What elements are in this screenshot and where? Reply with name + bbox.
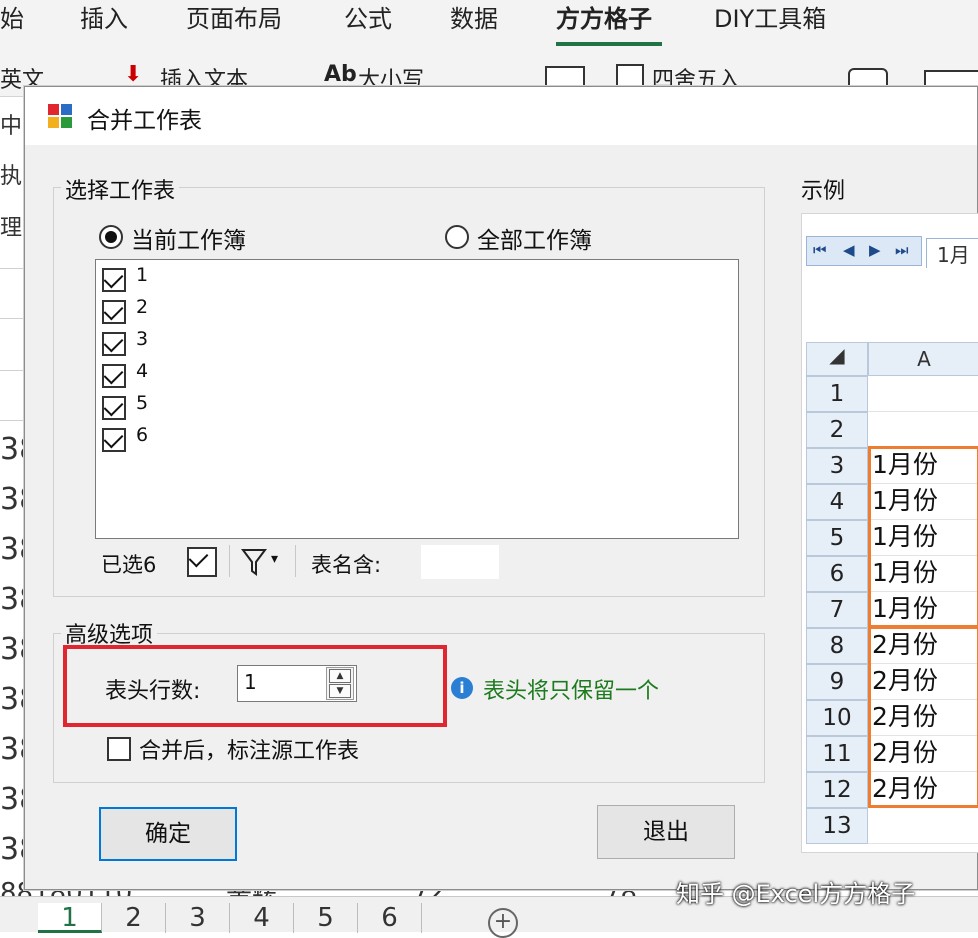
watermark: 知乎 @Excel方方格子 xyxy=(676,880,916,908)
tab-data[interactable]: 数据 xyxy=(450,4,498,40)
sheet-list[interactable]: 1 2 3 4 5 6 xyxy=(95,259,739,539)
row-number: 1 xyxy=(806,376,868,412)
info-text: 表头将只保留一个 xyxy=(483,679,660,704)
row-number: 3 xyxy=(806,448,868,484)
sheet-tab-2[interactable]: 2 xyxy=(102,903,166,933)
ribbon-tab-bar: 始 插入 页面布局 公式 数据 方方格子 DIY工具箱 xyxy=(0,0,978,52)
radio-current-workbook[interactable] xyxy=(99,225,123,249)
grid-cell xyxy=(868,808,978,844)
select-all-corner: ◢ xyxy=(806,342,868,376)
sheet-tab-3[interactable]: 3 xyxy=(166,903,230,933)
radio-all-workbooks-label[interactable]: 全部工作簿 xyxy=(477,221,592,255)
first-sheet-icon[interactable]: ⏮ xyxy=(813,241,827,259)
orange-group-box-jan xyxy=(868,446,978,628)
row-number: 10 xyxy=(806,700,868,736)
selected-count: 已选6 xyxy=(101,553,157,577)
insert-text-icon: ⬇ xyxy=(124,62,143,87)
example-preview: ⏮ ◀ ▶ ⏭ 1月 ◢ A 1 2 3 1月份 4 1月份 5 1月份 6 1… xyxy=(801,213,978,853)
row-number: 9 xyxy=(806,664,868,700)
row-number: 2 xyxy=(806,412,868,448)
tab-formulas[interactable]: 公式 xyxy=(344,4,392,40)
dialog-titlebar: 合并工作表 xyxy=(25,87,977,145)
info-icon: i xyxy=(451,677,473,699)
grid-cell xyxy=(868,412,978,448)
tab-diy-toolbox[interactable]: DIY工具箱 xyxy=(714,4,826,40)
exit-button[interactable]: 退出 xyxy=(597,805,735,859)
add-sheet-icon[interactable]: + xyxy=(488,908,518,938)
column-header-a: A xyxy=(868,342,978,376)
left-strip-char: 执 xyxy=(0,164,23,189)
left-strip-char: 理 xyxy=(0,216,23,241)
last-sheet-icon[interactable]: ⏭ xyxy=(895,241,909,259)
row-number: 4 xyxy=(806,484,868,520)
sheet-tab-6[interactable]: 6 xyxy=(358,903,422,933)
case-icon: Ab xyxy=(324,62,357,87)
bg-grid-line xyxy=(0,420,24,421)
left-strip-char: 中 xyxy=(0,114,23,139)
sheet-name: 4 xyxy=(136,360,149,382)
row-number: 7 xyxy=(806,592,868,628)
sheet-checkbox[interactable] xyxy=(102,428,126,452)
sheet-name: 3 xyxy=(136,328,149,350)
grid-cell xyxy=(868,376,978,412)
prev-sheet-icon[interactable]: ◀ xyxy=(843,241,855,259)
tab-fangfang[interactable]: 方方格子 xyxy=(556,4,652,40)
app-logo-icon xyxy=(48,104,72,128)
toolbar-divider xyxy=(295,545,296,577)
sheet-tab-5[interactable]: 5 xyxy=(294,903,358,933)
next-sheet-icon[interactable]: ▶ xyxy=(869,241,881,259)
sheet-tab-1[interactable]: 1 xyxy=(38,903,102,933)
select-all-checkbox[interactable] xyxy=(187,547,217,577)
bg-grid-line xyxy=(0,318,24,319)
mark-source-label[interactable]: 合并后，标注源工作表 xyxy=(139,733,359,765)
row-number: 11 xyxy=(806,736,868,772)
tab-insert[interactable]: 插入 xyxy=(80,4,128,40)
bg-grid-line xyxy=(0,268,24,269)
sheet-checkbox[interactable] xyxy=(102,300,126,324)
name-contains-input[interactable] xyxy=(421,545,499,579)
row-number: 12 xyxy=(806,772,868,808)
active-tab-underline xyxy=(556,42,662,46)
radio-current-workbook-label[interactable]: 当前工作簿 xyxy=(131,221,246,255)
bg-grid-line xyxy=(0,370,24,371)
toolbar-divider xyxy=(229,545,230,577)
filter-dropdown-arrow[interactable]: ▾ xyxy=(271,551,278,567)
sheet-name: 1 xyxy=(136,264,149,286)
sheet-name: 6 xyxy=(136,424,149,446)
preview-sheet-tab: 1月 xyxy=(926,238,978,268)
sheet-checkbox[interactable] xyxy=(102,268,126,292)
mark-source-checkbox[interactable] xyxy=(107,737,131,761)
row-number: 6 xyxy=(806,556,868,592)
sheet-tab-4[interactable]: 4 xyxy=(230,903,294,933)
sheet-checkbox[interactable] xyxy=(102,332,126,356)
list-toolbar: 已选6 ▾ 表名含: xyxy=(95,539,739,585)
sheet-name: 2 xyxy=(136,296,149,318)
sheet-nav-arrows[interactable]: ⏮ ◀ ▶ ⏭ xyxy=(806,236,922,266)
row-number: 13 xyxy=(806,808,868,844)
tab-page-layout[interactable]: 页面布局 xyxy=(186,4,282,40)
name-contains-label: 表名含: xyxy=(311,553,382,577)
row-number: 8 xyxy=(806,628,868,664)
highlight-box xyxy=(63,645,447,727)
tab-start[interactable]: 始 xyxy=(0,4,24,40)
row-number: 5 xyxy=(806,520,868,556)
example-label: 示例 xyxy=(797,173,850,205)
sheet-checkbox[interactable] xyxy=(102,364,126,388)
sheet-checkbox[interactable] xyxy=(102,396,126,420)
dialog-title: 合并工作表 xyxy=(87,108,202,134)
radio-all-workbooks[interactable] xyxy=(445,225,469,249)
ok-button[interactable]: 确定 xyxy=(99,807,237,861)
sheet-name: 5 xyxy=(136,392,149,414)
filter-icon[interactable] xyxy=(241,547,267,577)
merge-sheets-dialog: 合并工作表 选择工作表 当前工作簿 全部工作簿 1 2 3 4 5 6 已选6 … xyxy=(24,86,978,890)
select-sheets-group-label: 选择工作表 xyxy=(61,173,180,205)
orange-group-box-feb xyxy=(868,626,978,808)
